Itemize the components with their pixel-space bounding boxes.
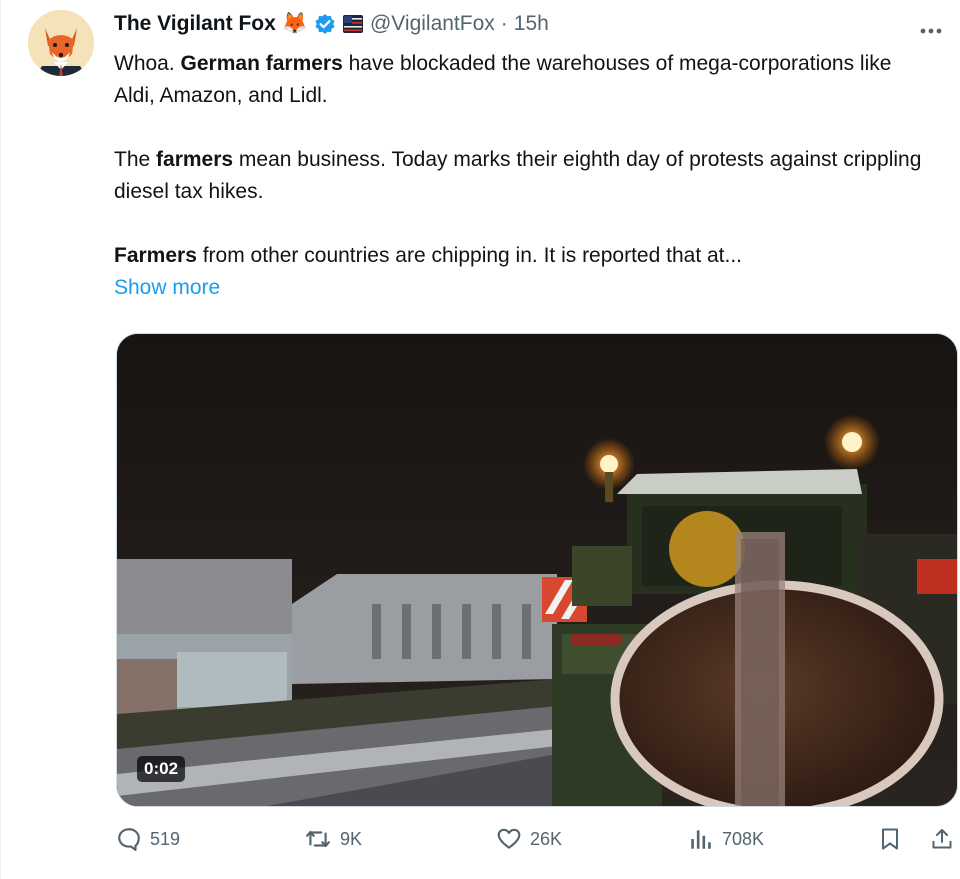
affiliate-flag-icon[interactable] (342, 14, 364, 34)
show-more-link[interactable]: Show more (114, 272, 934, 304)
more-options-button[interactable] (920, 14, 942, 40)
p2-post: mean business. Today marks their eighth … (114, 148, 922, 203)
timeline-border (0, 0, 1, 879)
video-frame (117, 334, 957, 806)
p1-pre: Whoa. (114, 52, 181, 75)
post-time[interactable]: 15h (514, 12, 549, 36)
views-button[interactable]: 708K (688, 826, 764, 852)
heart-icon (497, 828, 521, 849)
like-button[interactable]: 26K (496, 826, 562, 852)
p1-bold: German farmers (180, 52, 343, 75)
share-button[interactable] (930, 826, 954, 852)
tweet-text: Whoa. German farmers have blockaded the … (114, 48, 934, 304)
repost-icon (306, 830, 330, 848)
p3-bold: Farmers (114, 244, 197, 267)
author-name[interactable]: The Vigilant Fox (114, 12, 276, 36)
video-duration: 0:02 (137, 756, 186, 782)
author-handle[interactable]: @VigilantFox (370, 12, 495, 36)
bookmark-icon (882, 828, 898, 850)
paragraph-1: Whoa. German farmers have blockaded the … (114, 48, 934, 112)
repost-button[interactable]: 9K (304, 826, 362, 852)
header-separator: · (500, 12, 508, 35)
fox-avatar-icon (28, 10, 94, 76)
like-count: 26K (530, 828, 563, 849)
view-count: 708K (722, 828, 765, 849)
fox-emoji-icon: 🦊 (281, 12, 308, 35)
reply-button[interactable]: 519 (116, 826, 180, 852)
analytics-bars-icon (691, 830, 711, 849)
action-bar: 519 9K 26K 708K (116, 826, 960, 860)
p2-pre: The (114, 148, 157, 171)
avatar[interactable] (28, 10, 94, 76)
paragraph-3: Farmers from other countries are chippin… (114, 240, 934, 272)
reply-bubble-icon (118, 828, 140, 851)
more-horizontal-icon (920, 28, 942, 34)
paragraph-2: The farmers mean business. Today marks t… (114, 144, 934, 208)
verified-badge-icon[interactable] (314, 13, 336, 35)
p3-post: from other countries are chipping in. It… (196, 244, 742, 267)
reply-count: 519 (150, 828, 181, 849)
video-player[interactable]: 0:02 (116, 333, 958, 807)
tweet-header: The Vigilant Fox 🦊 @VigilantFox · 15h (114, 10, 549, 38)
bookmark-button[interactable] (878, 826, 902, 852)
share-icon (932, 829, 952, 849)
p2-bold: farmers (156, 148, 234, 171)
repost-count: 9K (340, 828, 363, 849)
